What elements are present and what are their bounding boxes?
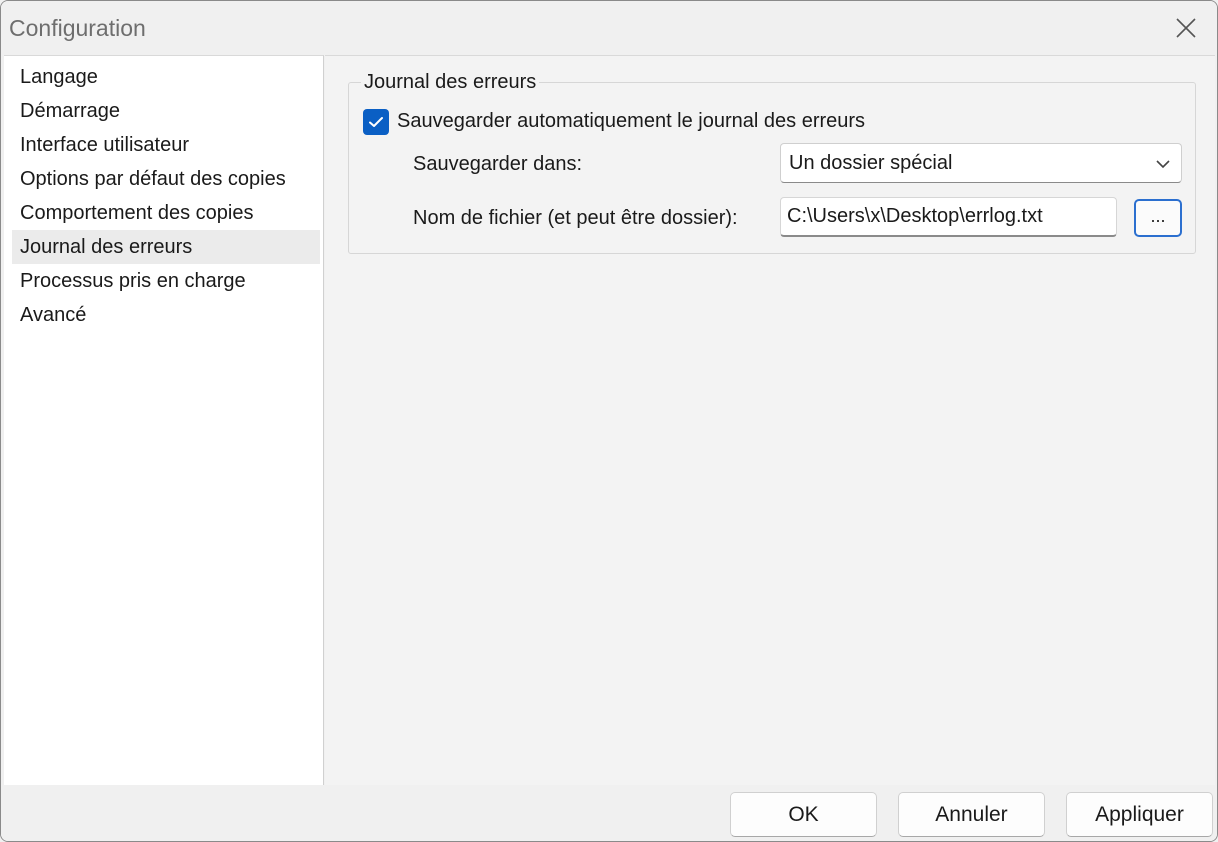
cancel-button[interactable]: Annuler [898,792,1045,837]
close-button[interactable] [1169,11,1203,45]
settings-panel: Journal des erreurs Sauvegarder automati… [325,55,1215,785]
sidebar-item-interface-utilisateur[interactable]: Interface utilisateur [12,128,320,162]
sidebar-item-avance[interactable]: Avancé [12,298,320,332]
settings-category-list: Langage Démarrage Interface utilisateur … [4,55,324,787]
close-icon [1176,18,1196,38]
sidebar-item-demarrage[interactable]: Démarrage [12,94,320,128]
autosave-label[interactable]: Sauvegarder automatiquement le journal d… [397,107,865,135]
filename-input[interactable] [780,197,1117,237]
save-in-dropdown[interactable]: Un dossier spécial [780,143,1182,183]
save-in-label: Sauvegarder dans: [413,153,583,175]
dialog-footer: OK Annuler Appliquer [1,785,1217,841]
error-log-groupbox: Journal des erreurs Sauvegarder automati… [348,69,1196,254]
groupbox-title: Journal des erreurs [361,69,540,95]
checkmark-icon [369,117,383,127]
configuration-dialog: Configuration Langage Démarrage Interfac… [0,0,1218,842]
save-in-value: Un dossier spécial [789,152,953,174]
ok-button[interactable]: OK [730,792,877,837]
sidebar-item-journal-erreurs[interactable]: Journal des erreurs [12,230,320,264]
sidebar-item-comportement-copies[interactable]: Comportement des copies [12,196,320,230]
sidebar-item-options-copies[interactable]: Options par défaut des copies [12,162,320,196]
window-title: Configuration [9,15,146,41]
autosave-checkbox[interactable] [363,109,389,135]
apply-button[interactable]: Appliquer [1066,792,1213,837]
chevron-down-icon [1156,160,1170,169]
sidebar-item-processus[interactable]: Processus pris en charge [12,264,320,298]
sidebar-item-langage[interactable]: Langage [12,60,320,94]
browse-button[interactable]: ... [1134,199,1182,237]
filename-label: Nom de fichier (et peut être dossier): [413,207,738,229]
title-bar: Configuration [1,1,1217,55]
